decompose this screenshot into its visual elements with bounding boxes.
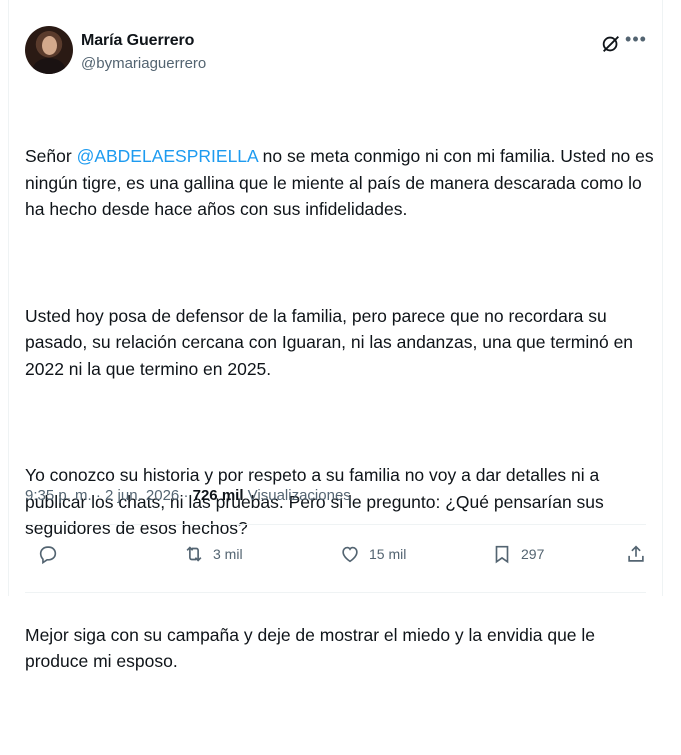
meta-separator: · (179, 487, 193, 504)
tweet-meta: 9:35 p. m. · 2 jun. 2026 · 726 mil Visua… (25, 487, 351, 504)
bottom-divider (25, 592, 646, 593)
tweet-card: María Guerrero @bymariaguerrero ••• Seño… (8, 0, 663, 671)
retweet-icon (186, 546, 202, 562)
share-icon (628, 545, 644, 562)
author-handle[interactable]: @bymariaguerrero (81, 55, 206, 72)
bookmark-count: 297 (521, 546, 545, 562)
meta-separator: · (91, 487, 106, 504)
like-count: 15 mil (369, 546, 407, 562)
tweet-paragraph-2: Usted hoy posa de defensor de la familia… (25, 305, 638, 379)
action-bar: 3 mil 15 mil 297 (25, 538, 646, 570)
reply-button[interactable] (37, 538, 59, 570)
tweet-time[interactable]: 9:35 p. m. (25, 487, 92, 504)
more-options-icon[interactable]: ••• (624, 30, 648, 54)
share-button[interactable] (625, 538, 647, 570)
divider (25, 524, 646, 525)
reply-icon (39, 546, 57, 565)
avatar-face (42, 36, 57, 55)
tweet-text-segment: Señor (25, 146, 77, 166)
views-label: Visualizaciones (243, 487, 351, 504)
tweet-date[interactable]: 2 jun. 2026 (105, 487, 179, 504)
retweet-count: 3 mil (213, 546, 243, 562)
avatar-shoulders (33, 58, 65, 74)
tweet-paragraph-4: Mejor siga con su campaña y deje de most… (25, 624, 600, 672)
retweet-button[interactable]: 3 mil (183, 538, 243, 570)
author-name[interactable]: María Guerrero (81, 32, 194, 50)
grok-icon[interactable] (600, 33, 622, 55)
avatar[interactable] (25, 26, 73, 74)
heart-icon (342, 546, 358, 563)
like-button[interactable]: 15 mil (339, 538, 406, 570)
bookmark-icon (495, 545, 509, 564)
tweet-header: María Guerrero @bymariaguerrero ••• (25, 26, 648, 76)
bookmark-button[interactable]: 297 (491, 538, 544, 570)
tweet-paragraph-1: Señor @ABDELAESPRIELLA no se meta conmig… (25, 143, 655, 223)
mention-link[interactable]: @ABDELAESPRIELLA (77, 146, 258, 166)
tweet-text: Señor @ABDELAESPRIELLA no se meta conmig… (25, 90, 655, 755)
views-count: 726 mil (192, 487, 244, 504)
